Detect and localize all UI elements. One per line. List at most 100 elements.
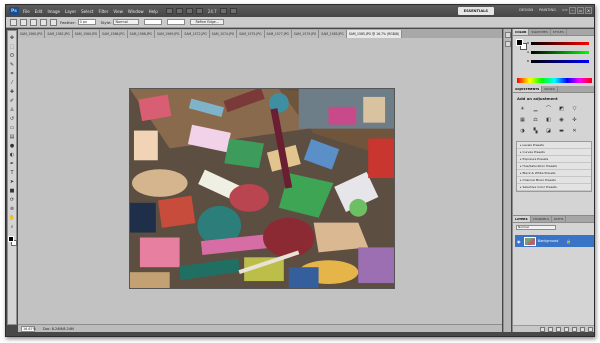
menu-file[interactable]: File	[23, 9, 30, 14]
doc-tab[interactable]: SAM_1572.JPG	[182, 30, 210, 38]
eyedropper-icon[interactable]: ⁄	[9, 80, 16, 87]
status-doc-info[interactable]: Doc: 8.24M/8.24M	[43, 327, 74, 331]
menu-image[interactable]: Image	[47, 9, 60, 14]
vibrance-icon[interactable]: ▽	[570, 105, 579, 113]
doc-tab[interactable]: SAM_1568.JPG	[127, 30, 155, 38]
brush-icon[interactable]: ✐	[9, 98, 16, 105]
quick-select-icon[interactable]: ✎	[9, 62, 16, 69]
screen-mode-icon[interactable]	[229, 8, 237, 14]
clone-stamp-icon[interactable]: ♙	[9, 107, 16, 114]
trash-icon[interactable]	[588, 326, 593, 332]
pen-icon[interactable]: ✒	[9, 161, 16, 168]
bridge-icon[interactable]	[165, 8, 173, 14]
healing-icon[interactable]: ✚	[9, 89, 16, 96]
new-selection-icon[interactable]	[20, 18, 27, 26]
add-selection-icon[interactable]	[30, 18, 37, 26]
preset-channel-mixer[interactable]: Channel Mixer Presets	[517, 177, 591, 184]
new-group-icon[interactable]	[572, 326, 577, 332]
doc-tab[interactable]: SAM_1562.JPG	[45, 30, 73, 38]
tab-adjustments[interactable]: ADJUSTMENTS	[513, 86, 543, 92]
panel-foreground-swatch[interactable]	[516, 39, 523, 46]
eye-icon[interactable]: ◉	[517, 239, 522, 244]
levels-icon[interactable]: ▁	[531, 105, 540, 113]
red-slider[interactable]: R	[527, 41, 589, 45]
gradient-icon[interactable]: ▤	[9, 134, 16, 141]
hue-sat-icon[interactable]: ▦	[518, 116, 527, 124]
crop-icon[interactable]: ⌗	[9, 71, 16, 78]
3d-orbit-icon[interactable]: ⊚	[9, 206, 16, 213]
intersect-selection-icon[interactable]	[50, 18, 57, 26]
history-panel-icon[interactable]	[505, 32, 511, 38]
preset-black-white[interactable]: Black & White Presets	[517, 170, 591, 177]
color-swatches[interactable]	[7, 236, 17, 246]
threshold-icon[interactable]: ◪	[544, 127, 553, 135]
tab-masks[interactable]: MASKS	[542, 86, 558, 92]
preset-hue-saturation[interactable]: Hue/Saturation Presets	[517, 163, 591, 170]
doc-tab-active[interactable]: SAM_1585.JPG @ 16.7% (RGB/8)	[346, 30, 403, 38]
lasso-icon[interactable]: ʘ	[9, 53, 16, 60]
new-layer-icon[interactable]	[580, 326, 585, 332]
dodge-icon[interactable]: ◐	[9, 152, 16, 159]
foreground-color-swatch[interactable]	[7, 236, 14, 242]
layer-row-selected[interactable]: ◉ Background 🔒	[515, 235, 594, 247]
minimize-button[interactable]: –	[569, 7, 576, 14]
menu-window[interactable]: Window	[128, 9, 144, 14]
color-balance-icon[interactable]: ⚖	[531, 116, 540, 124]
doc-tab[interactable]: SAM_1569.JPG	[154, 30, 183, 38]
workspace-essentials-button[interactable]: ESSENTIALS	[457, 7, 494, 15]
color-ramp[interactable]	[517, 78, 592, 83]
eraser-icon[interactable]: ▭	[9, 125, 16, 132]
menu-layer[interactable]: Layer	[65, 9, 76, 14]
tab-paths[interactable]: PATHS	[552, 216, 567, 222]
shape-icon[interactable]: ■	[9, 188, 16, 195]
menu-select[interactable]: Select	[81, 9, 93, 14]
doc-tab[interactable]: SAM_1577.JPG	[264, 30, 292, 38]
menu-edit[interactable]: Edit	[35, 9, 43, 14]
actions-panel-icon[interactable]	[505, 41, 511, 47]
curves-icon[interactable]: ⌒	[544, 105, 553, 113]
tab-layers[interactable]: LAYERS	[513, 216, 531, 222]
tab-styles[interactable]: STYLES	[551, 29, 567, 35]
tab-color[interactable]: COLOR	[513, 29, 530, 35]
doc-tab[interactable]: SAM_1560.JPG	[18, 30, 46, 38]
layer-name[interactable]: Background	[538, 239, 558, 243]
close-button[interactable]: ×	[585, 7, 592, 14]
zoom-icon[interactable]: ⌕	[9, 224, 16, 231]
tool-preset-icon[interactable]	[10, 18, 17, 26]
history-brush-icon[interactable]: ↺	[9, 116, 16, 123]
doc-tab[interactable]: SAM_1566.JPG	[100, 30, 128, 38]
arrange-docs-icon[interactable]	[219, 8, 227, 14]
status-zoom-input[interactable]: 16.67%	[21, 325, 36, 332]
style-select[interactable]: Normal	[113, 19, 140, 25]
adjustment-layer-icon[interactable]	[564, 326, 569, 332]
channel-mixer-icon[interactable]: ✣	[570, 116, 579, 124]
doc-tab[interactable]: SAM_1583.JPG	[319, 30, 347, 38]
blur-icon[interactable]: ●	[9, 143, 16, 150]
doc-tab[interactable]: SAM_1564.JPG	[72, 30, 101, 38]
3d-rotate-icon[interactable]: ⟳	[9, 197, 16, 204]
exposure-icon[interactable]: ◩	[557, 105, 566, 113]
menu-help[interactable]: Help	[149, 9, 158, 14]
hand-tool-icon[interactable]	[185, 8, 193, 14]
type-icon[interactable]: T	[9, 170, 16, 177]
move-icon[interactable]: ✥	[9, 35, 16, 42]
path-select-icon[interactable]: ➤	[9, 179, 16, 186]
hand-icon[interactable]: ✋	[9, 215, 16, 222]
preset-exposure[interactable]: Exposure Presets	[517, 156, 591, 163]
selective-color-icon[interactable]: ✕	[570, 127, 579, 135]
zoom-level[interactable]: 24.7	[208, 9, 217, 14]
blue-slider[interactable]: B	[527, 59, 589, 63]
feather-input[interactable]: 0 px	[77, 19, 96, 25]
minibridge-icon[interactable]	[175, 8, 183, 14]
doc-tab[interactable]: SAM_1574.JPG	[209, 30, 238, 38]
menu-filter[interactable]: Filter	[98, 9, 108, 14]
refine-edge-button[interactable]: Refine Edge...	[190, 19, 224, 25]
bw-icon[interactable]: ◧	[544, 116, 553, 124]
gradient-map-icon[interactable]: ▬	[557, 127, 566, 135]
posterize-icon[interactable]: ▚	[531, 127, 540, 135]
preset-curves[interactable]: Curves Presets	[517, 149, 591, 156]
doc-tab[interactable]: SAM_1575.JPG	[237, 30, 265, 38]
workspace-design-link[interactable]: DESIGN	[519, 8, 533, 12]
green-slider[interactable]: G	[527, 50, 589, 54]
link-layers-icon[interactable]	[540, 326, 545, 332]
